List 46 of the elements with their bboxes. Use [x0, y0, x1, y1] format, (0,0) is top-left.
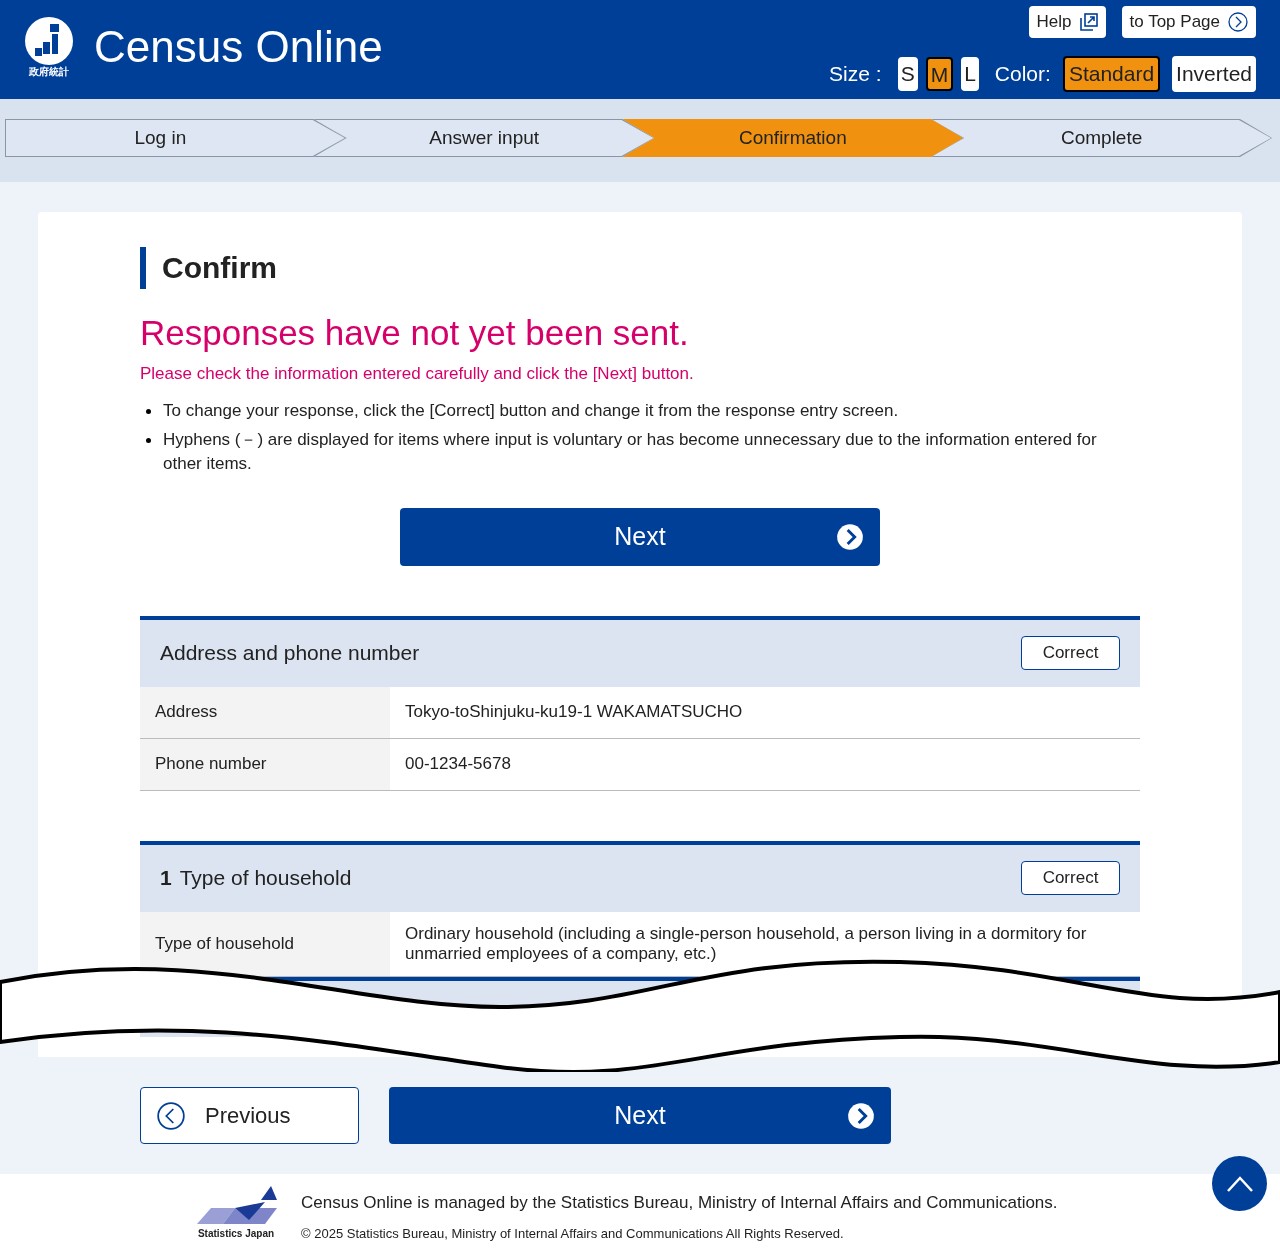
footer-text: Census Online is managed by the Statistics Bureau, Ministry of Internal Affairs and Communications.: [301, 1192, 1058, 1214]
logo-icon: [24, 16, 74, 66]
instruction-text: Please check the information entered carefully and click the [Next] button.: [140, 363, 695, 385]
progress-step: Log in: [5, 119, 346, 157]
section-title: 1 Type of household: [160, 865, 352, 892]
next-button[interactable]: Next: [400, 507, 880, 566]
note-text: To change your response, click the [Correct] button and change it from the response entry screen.: [163, 399, 899, 422]
field-value-cell-text: Ordinary household (including a single-person household, a person living in a dormitory for unmarried employees of a company, etc.): [404, 922, 1088, 965]
progress-step: Answer input: [313, 119, 655, 157]
bullet-icon: [146, 408, 151, 414]
copyright-text: © 2025 Statistics Bureau, Ministry of Internal Affairs and Communications All Rights Reserved.: [301, 1224, 845, 1243]
logo-caption: 政府統計: [29, 67, 69, 77]
chevron-left-icon: [157, 1101, 185, 1130]
statistics-logo-icon: [195, 1186, 277, 1226]
correct-button[interactable]: Correct: [1021, 861, 1120, 895]
size-option[interactable]: L: [961, 57, 979, 91]
external-link-icon: [1079, 13, 1098, 31]
field-label-cell: Type of household: [140, 911, 390, 976]
bullet-icon: [146, 437, 151, 443]
next-button[interactable]: Next: [389, 1087, 891, 1144]
site-title: Census Online: [94, 24, 383, 69]
chevron-up-icon: [1226, 1175, 1253, 1192]
color-option[interactable]: Standard: [1062, 56, 1161, 92]
back-to-top-button[interactable]: [1212, 1156, 1267, 1211]
field-label-cell: Address: [140, 686, 390, 738]
warning-message: Responses have not yet been sent.: [140, 312, 690, 354]
size-option[interactable]: S: [897, 57, 918, 91]
note-text: Hyphens (－) are displayed for items where input is voluntary or has become unnecessary due to the information entered for other items.: [163, 428, 1098, 475]
previous-button[interactable]: Previous: [140, 1087, 359, 1144]
top-page-button[interactable]: to Top Page: [1121, 6, 1256, 38]
chevron-right-icon: [836, 522, 864, 551]
field-value-cell-text: 00-1234-5678: [404, 753, 512, 775]
color-label: Color:: [994, 61, 1051, 88]
chevron-right-icon: [1228, 12, 1248, 32]
color-option[interactable]: Inverted: [1172, 56, 1256, 92]
page-heading: Confirm: [140, 247, 1140, 289]
size-label: Size :: [829, 61, 882, 88]
correct-button[interactable]: Correct: [1021, 636, 1120, 670]
section-title: Address and phone number: [160, 640, 420, 667]
logo-caption: Statistics Japan: [197, 1227, 275, 1241]
progress-step: Complete: [931, 119, 1272, 157]
help-button[interactable]: Help: [1028, 6, 1106, 38]
size-option[interactable]: M: [925, 57, 954, 91]
field-label-cell: Phone number: [140, 738, 390, 790]
field-value-cell-text: Tokyo-toShinjuku-ku19-1 WAKAMATSUCHO: [404, 701, 744, 723]
chevron-right-icon: [847, 1101, 875, 1130]
